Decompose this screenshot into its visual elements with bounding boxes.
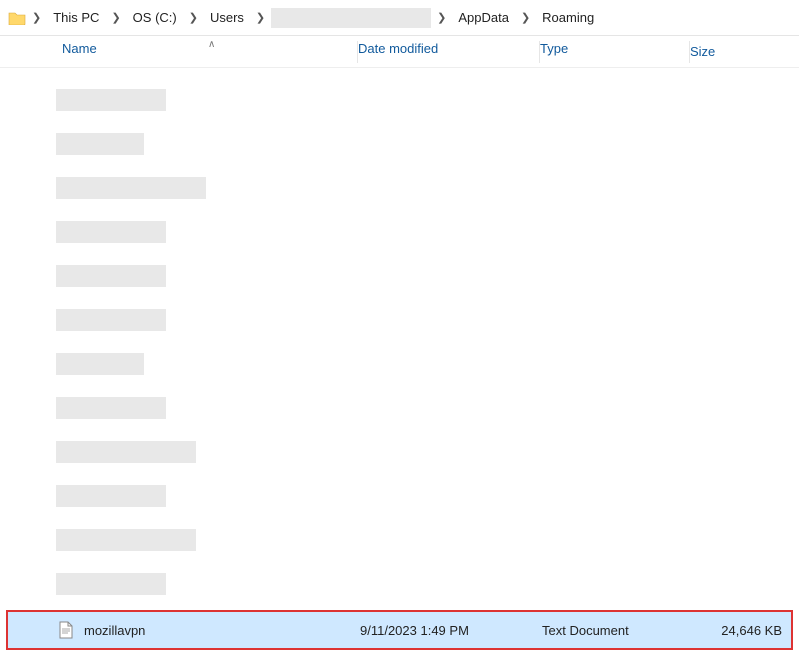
column-headers: Name ∧ Date modified Type Size xyxy=(0,36,799,68)
crumb-username-redacted[interactable] xyxy=(271,8,431,28)
list-item-redacted[interactable] xyxy=(0,342,799,386)
column-size[interactable]: Size xyxy=(690,44,770,59)
redacted-name xyxy=(56,353,144,375)
redacted-name xyxy=(56,89,166,111)
chevron-right-icon[interactable]: ❯ xyxy=(30,11,43,24)
breadcrumb[interactable]: ❯ This PC ❯ OS (C:) ❯ Users ❯ ❯ AppData … xyxy=(0,0,799,36)
redacted-name xyxy=(56,265,166,287)
list-item-redacted[interactable] xyxy=(0,562,799,606)
redacted-name xyxy=(56,221,166,243)
redacted-name xyxy=(56,529,196,551)
list-item-redacted[interactable] xyxy=(0,474,799,518)
file-type: Text Document xyxy=(542,623,692,638)
file-date: 9/11/2023 1:49 PM xyxy=(360,623,542,638)
list-item-redacted[interactable] xyxy=(0,518,799,562)
chevron-right-icon[interactable]: ❯ xyxy=(109,11,122,24)
file-size: 24,646 KB xyxy=(692,623,788,638)
list-item-redacted[interactable] xyxy=(0,122,799,166)
crumb-roaming[interactable]: Roaming xyxy=(536,8,600,27)
crumb-appdata[interactable]: AppData xyxy=(452,8,515,27)
list-item-redacted[interactable] xyxy=(0,386,799,430)
chevron-right-icon[interactable]: ❯ xyxy=(187,11,200,24)
file-list xyxy=(0,68,799,606)
redacted-name xyxy=(56,441,196,463)
redacted-name xyxy=(56,397,166,419)
redacted-name xyxy=(56,133,144,155)
list-item-redacted[interactable] xyxy=(0,430,799,474)
list-item-redacted[interactable] xyxy=(0,166,799,210)
redacted-name xyxy=(56,177,206,199)
column-type[interactable]: Type xyxy=(540,41,690,63)
text-document-icon xyxy=(58,621,74,639)
highlighted-file-row[interactable]: mozillavpn 9/11/2023 1:49 PM Text Docume… xyxy=(6,610,793,650)
column-name[interactable]: Name ∧ xyxy=(62,41,358,63)
redacted-name xyxy=(56,573,166,595)
list-item-redacted[interactable] xyxy=(0,210,799,254)
redacted-name xyxy=(56,309,166,331)
redacted-name xyxy=(56,485,166,507)
chevron-right-icon[interactable]: ❯ xyxy=(519,11,532,24)
chevron-right-icon[interactable]: ❯ xyxy=(435,11,448,24)
crumb-users[interactable]: Users xyxy=(204,8,250,27)
list-item-redacted[interactable] xyxy=(0,298,799,342)
list-item-redacted[interactable] xyxy=(0,78,799,122)
crumb-this-pc[interactable]: This PC xyxy=(47,8,105,27)
list-item-redacted[interactable] xyxy=(0,254,799,298)
folder-icon xyxy=(8,11,26,25)
chevron-right-icon[interactable]: ❯ xyxy=(254,11,267,24)
crumb-drive[interactable]: OS (C:) xyxy=(127,8,183,27)
sort-indicator-icon: ∧ xyxy=(208,39,215,50)
file-name: mozillavpn xyxy=(84,623,145,638)
column-name-label: Name xyxy=(62,41,97,56)
column-date[interactable]: Date modified xyxy=(358,41,540,63)
